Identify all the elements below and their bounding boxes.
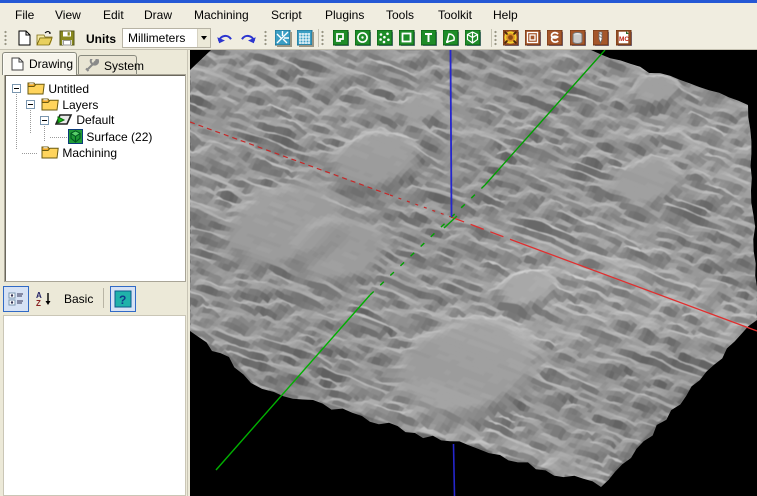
svg-text:Z: Z (36, 299, 41, 308)
svg-text:MC: MC (619, 36, 629, 43)
svg-text:?: ? (119, 293, 126, 307)
